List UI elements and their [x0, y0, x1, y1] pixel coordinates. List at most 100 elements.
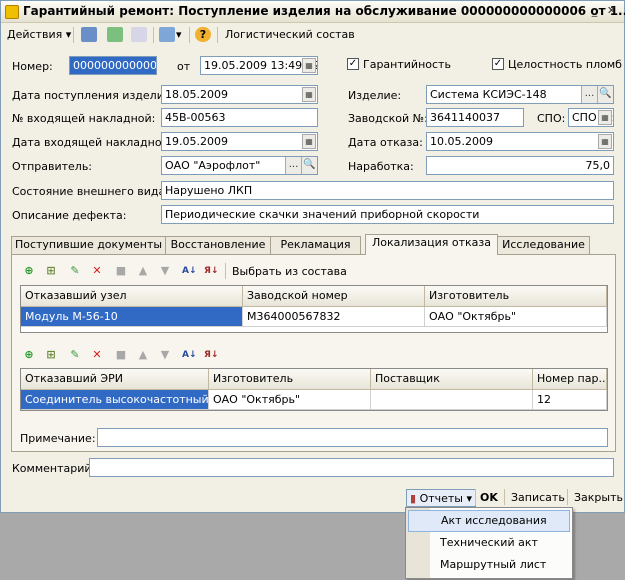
delete-icon[interactable]: ✕ [90, 264, 104, 278]
column-header[interactable]: Поставщик [371, 369, 533, 390]
document-window: Гарантийный ремонт: Поступление изделия … [0, 0, 625, 513]
invoice-number-field[interactable]: 45В-00563 [161, 108, 318, 127]
ok-button[interactable]: OK [480, 489, 498, 507]
help-icon[interactable]: ? [195, 27, 211, 42]
select-sender-button[interactable]: ... [285, 157, 301, 174]
calendar-icon[interactable]: ▦ [598, 110, 612, 125]
close-icon[interactable]: ✕ [604, 4, 619, 19]
select-product-button[interactable]: ... [581, 86, 597, 103]
defect-description-label: Описание дефекта: [12, 209, 127, 222]
copy-document-icon[interactable] [131, 27, 147, 42]
appearance-field[interactable]: Нарушено ЛКП [161, 181, 614, 200]
copy-row-icon[interactable]: ⊞ [44, 348, 58, 362]
end-edit-icon[interactable]: ■ [114, 264, 128, 278]
sort-ascending-icon[interactable]: A↓ [182, 264, 197, 278]
tab-research[interactable]: Исследование [497, 236, 590, 254]
calendar-icon[interactable]: ▦ [598, 134, 612, 149]
serial-number-field[interactable]: 3641140037 [426, 108, 524, 127]
minimize-icon[interactable]: _ [587, 4, 602, 19]
document-date-field[interactable]: 19.05.2009 13:49:52 ▦ [200, 56, 318, 75]
column-header[interactable]: Отказавший ЭРИ [21, 369, 209, 390]
actions-menu-button[interactable]: Действия ▾ [7, 26, 71, 44]
move-up-icon[interactable]: ▲ [136, 348, 150, 362]
sender-field[interactable]: ОАО "Аэрофлот"... 🔍 [161, 156, 318, 175]
save-button[interactable]: Записать [511, 489, 565, 507]
seal-integrity-checkbox[interactable]: ✓ [492, 58, 504, 70]
table-cell[interactable]: M364000567832 [243, 307, 425, 327]
menu-item-research-act[interactable]: Акт исследования [408, 510, 570, 532]
add-icon[interactable]: ⊕ [22, 348, 36, 362]
column-header[interactable]: Изготовитель [209, 369, 371, 390]
copy-row-icon[interactable]: ⊞ [44, 264, 58, 278]
toolbar: Действия ▾ ▾ ? Логистический состав [3, 25, 622, 45]
menu-item-route-sheet[interactable]: Маршрутный лист [408, 555, 570, 577]
select-from-composition-button[interactable]: Выбрать из состава [232, 265, 347, 278]
move-down-icon[interactable]: ▼ [158, 348, 172, 362]
column-header[interactable]: Заводской номер [243, 286, 425, 307]
tab-restoration[interactable]: Восстановление [165, 236, 271, 254]
comment-field[interactable] [89, 458, 614, 477]
calendar-icon[interactable]: ▦ [302, 58, 316, 73]
product-field[interactable]: Система КСИЭС-148... 🔍 [426, 85, 614, 104]
failure-date-value: 10.05.2009 [430, 135, 493, 148]
add-icon[interactable]: ⊕ [22, 264, 36, 278]
table-cell[interactable]: ОАО "Октябрь" [425, 307, 607, 327]
table-cell[interactable]: Соединитель высокочастотный [21, 390, 209, 410]
toolbar-separator [475, 489, 476, 505]
number-field[interactable]: 000000000000006 [69, 56, 157, 75]
close-button[interactable]: Закрыть [574, 489, 623, 507]
note-field[interactable] [97, 428, 608, 447]
create-based-on-icon[interactable] [159, 27, 175, 42]
end-edit-icon[interactable]: ■ [114, 348, 128, 362]
tab-failure-localization[interactable]: Локализация отказа [365, 234, 498, 255]
invoice-date-label: Дата входящей накладной: [12, 136, 173, 149]
reports-button[interactable]: ▮ Отчеты ▾ [406, 489, 477, 507]
spo-field[interactable]: СПО №: ▦ [568, 108, 614, 127]
column-header[interactable]: Отказавший узел [21, 286, 243, 307]
tab-claim[interactable]: Рекламация [270, 236, 361, 254]
invoice-date-value: 19.05.2009 [165, 135, 228, 148]
sender-label: Отправитель: [12, 160, 93, 173]
failure-date-field[interactable]: 10.05.2009 ▦ [426, 132, 614, 151]
column-header[interactable]: Номер пар... [533, 369, 607, 390]
post-document-icon[interactable] [81, 27, 97, 42]
date-from-label: от [177, 60, 191, 73]
table-cell[interactable] [371, 390, 533, 410]
open-sender-icon[interactable]: 🔍 [301, 157, 317, 174]
delete-icon[interactable]: ✕ [90, 348, 104, 362]
actions-label: Действия [7, 28, 63, 41]
operating-time-field[interactable]: 75,0 [426, 156, 614, 175]
open-product-icon[interactable]: 🔍 [597, 86, 613, 103]
defect-description-field[interactable]: Периодические скачки значений приборной … [161, 205, 614, 224]
calendar-icon[interactable]: ▦ [302, 134, 316, 149]
receipt-date-label: Дата поступления изделия: [12, 89, 175, 102]
move-down-icon[interactable]: ▼ [158, 264, 172, 278]
edit-icon[interactable]: ✎ [68, 264, 82, 278]
reports-label: Отчеты [419, 492, 463, 505]
edit-icon[interactable]: ✎ [68, 348, 82, 362]
column-header[interactable]: Изготовитель [425, 286, 607, 307]
create-based-on-arrow-icon[interactable]: ▾ [176, 26, 182, 44]
receipt-date-field[interactable]: 18.05.2009 ▦ [161, 85, 318, 104]
table-cell[interactable]: ОАО "Октябрь" [209, 390, 371, 410]
warranty-checkbox[interactable]: ✓ [347, 58, 359, 70]
toolbar-separator [153, 27, 154, 43]
calendar-icon[interactable]: ▦ [302, 87, 316, 102]
invoice-date-field[interactable]: 19.05.2009 ▦ [161, 132, 318, 151]
refresh-icon[interactable] [107, 27, 123, 42]
table-cell[interactable]: 12 [533, 390, 607, 410]
tab-incoming-documents[interactable]: Поступившие документы [11, 236, 166, 254]
logistic-composition-button[interactable]: Логистический состав [225, 26, 355, 44]
sort-descending-icon[interactable]: Я↓ [204, 264, 218, 278]
components-toolbar: ⊕ ⊞ ✎ ✕ ■ ▲ ▼ A↓ Я↓ [22, 347, 242, 365]
operating-time-label: Наработка: [348, 160, 414, 173]
sort-ascending-icon[interactable]: A↓ [182, 348, 197, 362]
tab-strip: Поступившие документы Восстановление Рек… [11, 234, 616, 255]
reports-dropdown-menu: Акт исследования Технический акт Маршрут… [405, 507, 573, 579]
sort-descending-icon[interactable]: Я↓ [204, 348, 218, 362]
table-cell[interactable]: Модуль М-56-10 [21, 307, 243, 327]
warranty-label: Гарантийность [363, 58, 451, 71]
menu-item-technical-act[interactable]: Технический акт [408, 533, 570, 555]
window-title: Гарантийный ремонт: Поступление изделия … [23, 4, 625, 18]
move-up-icon[interactable]: ▲ [136, 264, 150, 278]
